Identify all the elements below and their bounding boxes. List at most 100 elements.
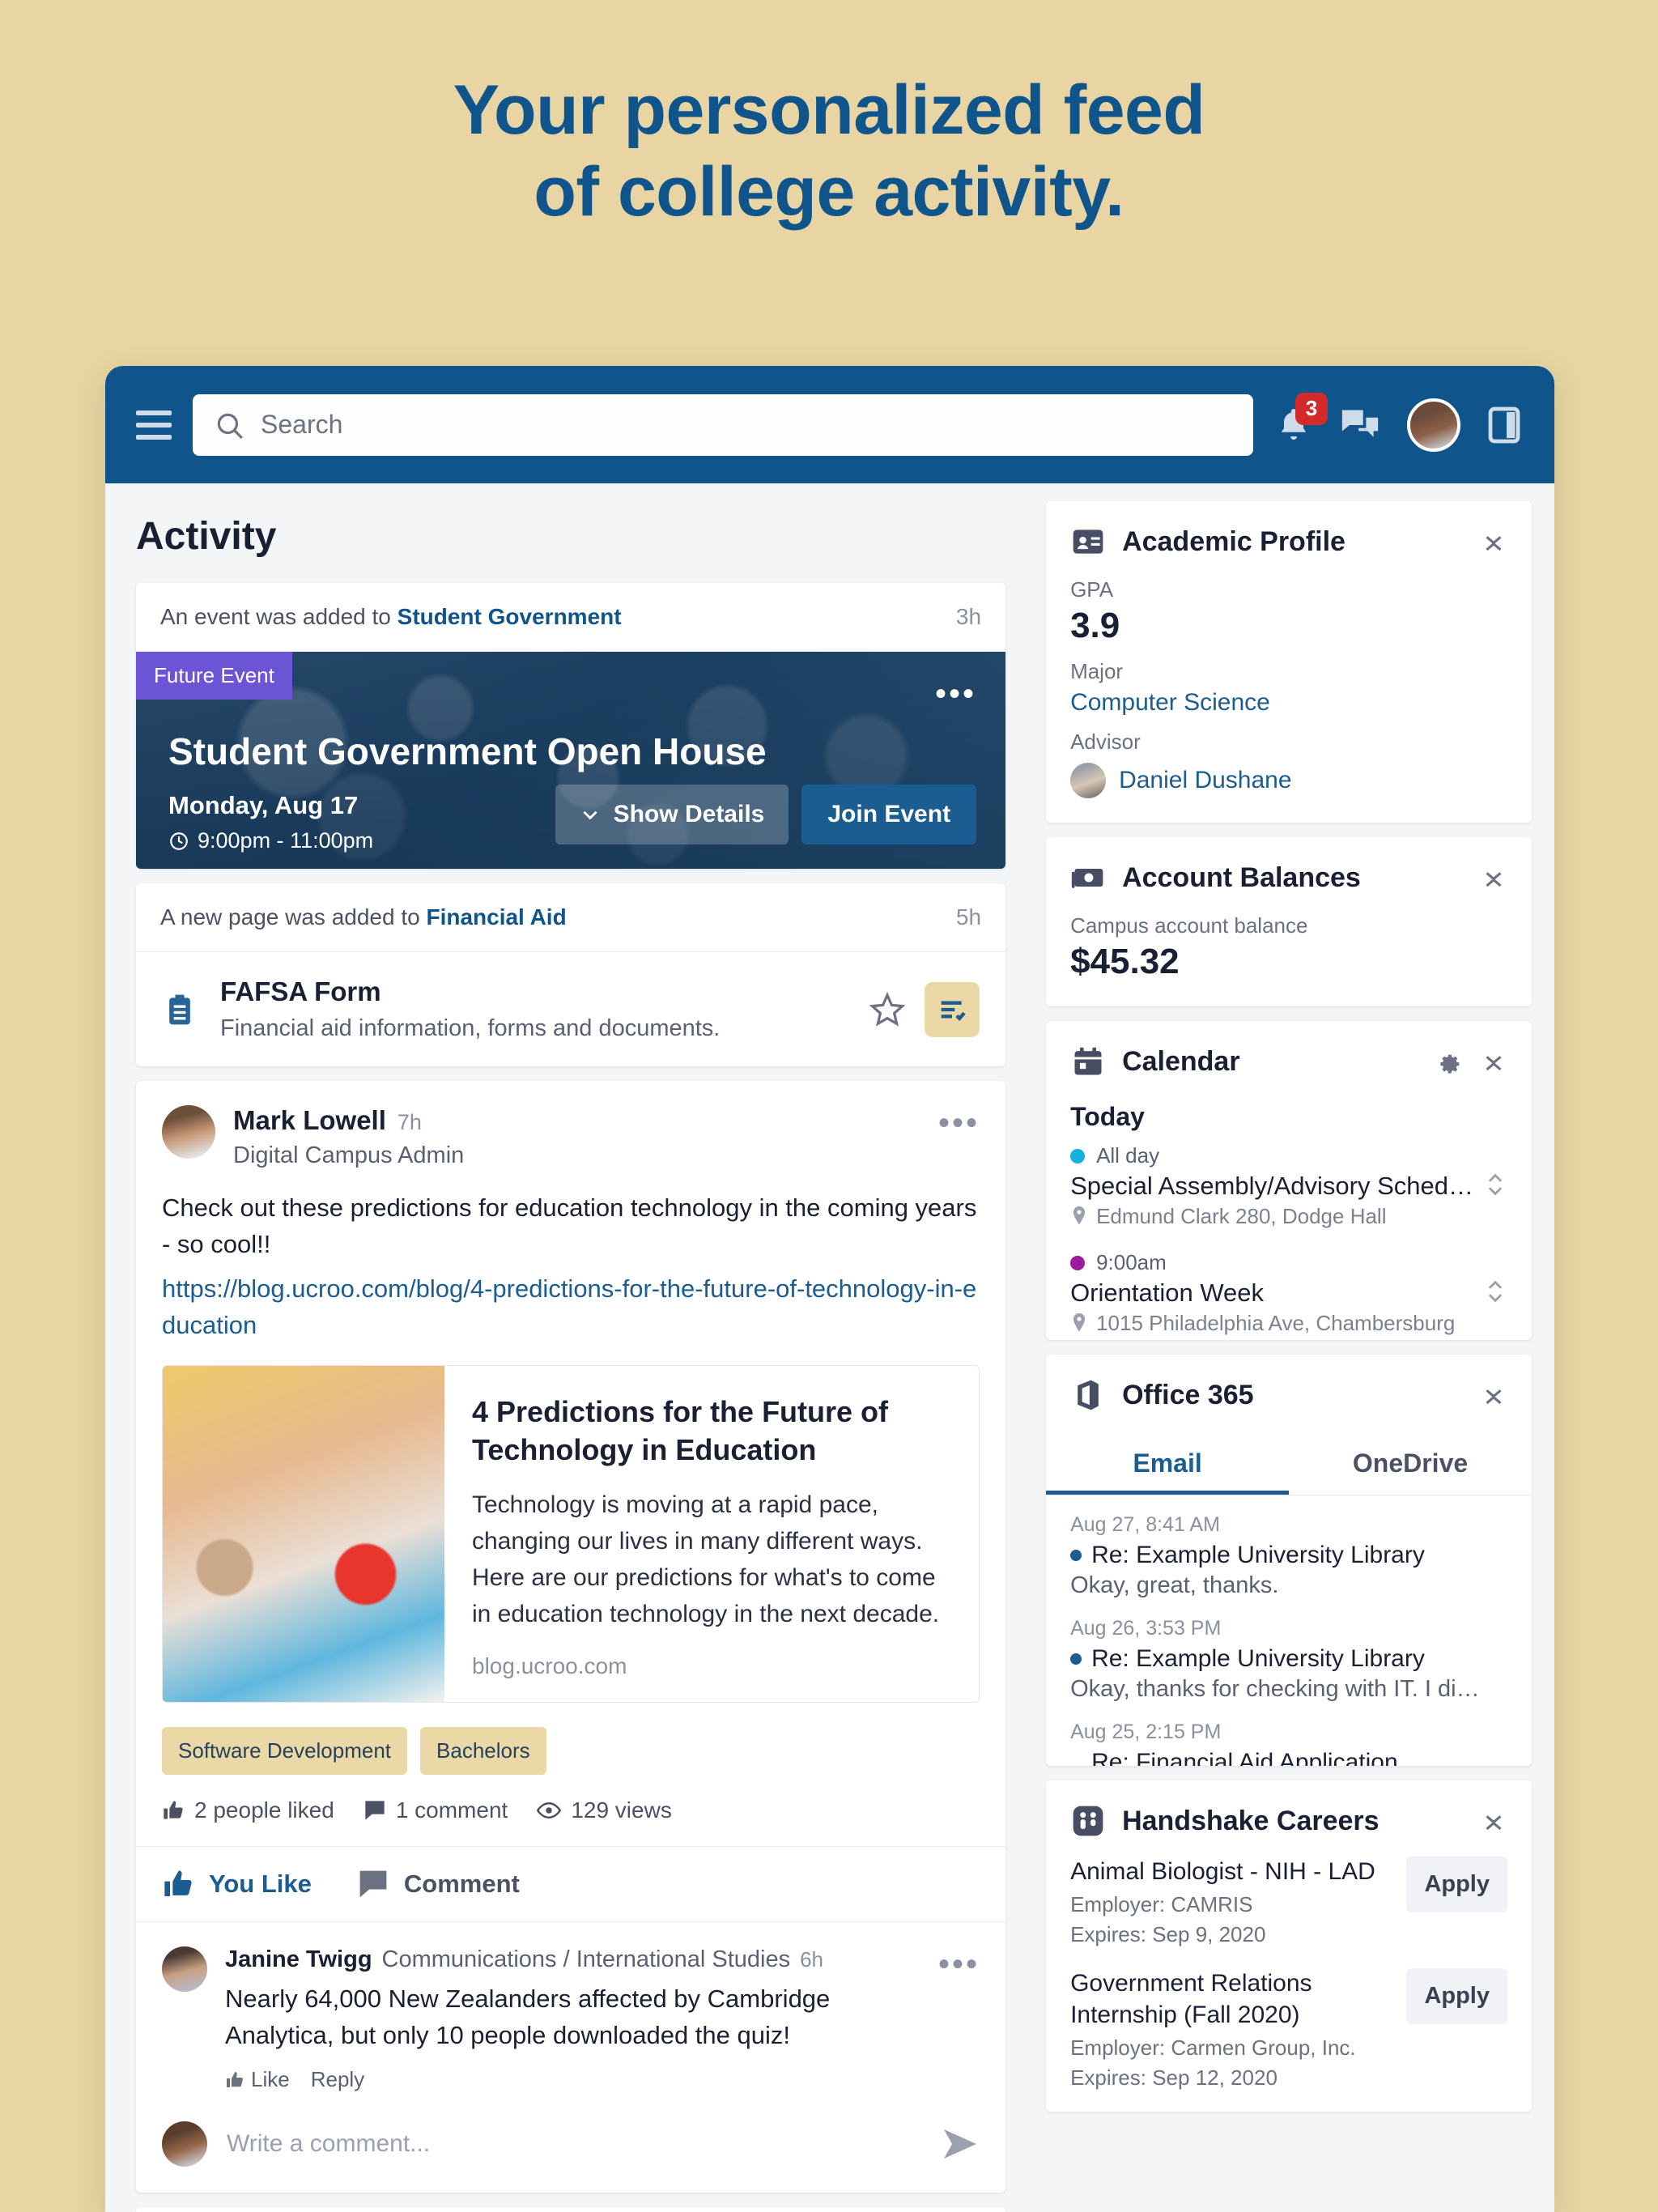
apply-button[interactable]: Apply [1406,1968,1507,2025]
stat-views: 129 views [537,1797,672,1823]
post-stats: 2 people liked 1 comment 129 views [136,1775,1005,1846]
avatar[interactable] [1407,398,1460,452]
collapse-icon[interactable] [1480,1807,1507,1835]
collapse-icon[interactable] [1480,528,1507,555]
page-description: Financial aid information, forms and doc… [220,1015,721,1041]
email-date: Aug 27, 8:41 AM [1070,1513,1220,1536]
calendar-color-dot [1070,1255,1086,1270]
event-more-options-icon[interactable]: ••• [935,676,976,713]
event-hero[interactable]: Future Event ••• Student Government Open… [136,652,1006,869]
chat-icon [1341,410,1379,437]
comment-reply-button[interactable]: Reply [311,2067,364,2092]
calendar-event-time-row: All day [1070,1143,1507,1168]
unread-dot [1070,1550,1082,1561]
apply-button[interactable]: Apply [1406,1857,1507,1912]
notification-badge: 3 [1295,392,1328,425]
job-employer: Employer: Carmen Group, Inc. [1070,2035,1356,2061]
job-listing: Government Relations Internship (Fall 20… [1046,1968,1532,2112]
post-author-name-row: Mark Lowell 7h [233,1105,920,1136]
clock-icon [170,832,188,850]
calendar-icon [1074,1047,1102,1075]
gear-icon[interactable] [1435,1048,1462,1075]
search-input[interactable]: Search [193,393,1253,456]
expand-icon[interactable] [1483,1278,1507,1305]
event-timestamp: 3h [955,604,982,629]
post-author-name[interactable]: Mark Lowell [233,1105,386,1136]
advisor-row[interactable]: Daniel Dushane [1070,763,1507,798]
email-item[interactable]: Aug 26, 3:53 PM Re: Example University L… [1046,1599,1532,1703]
comment-button[interactable]: Comment [357,1868,520,1900]
expand-icon[interactable] [1483,1171,1507,1198]
email-subject: Re: Financial Aid Application [1091,1749,1398,1766]
event-meta-prefix: An event was added to [160,604,391,629]
office365-title: Office 365 [1122,1379,1254,1410]
right-sidebar: Academic Profile GPA 3.9 Major Computer … [1036,483,1554,2212]
advisor-name[interactable]: Daniel Dushane [1119,767,1291,794]
email-item[interactable]: Aug 25, 2:15 PM Re: Financial Aid Applic… [1046,1703,1532,1766]
comment-like-label: Like [251,2067,290,2092]
email-subject-row: Re: Example University Library [1070,1542,1507,1569]
page-timestamp: 5h [955,904,982,929]
calendar-event-name-row: Special Assembly/Advisory Sched… [1070,1168,1507,1201]
write-comment-input[interactable] [227,2130,922,2159]
join-event-button[interactable]: Join Event [801,785,977,844]
major-value[interactable]: Computer Science [1070,689,1507,717]
academic-profile-body: GPA 3.9 Major Computer Science Advisor D… [1046,577,1532,823]
collapse-icon[interactable] [1480,1048,1507,1075]
event-meta-group-link[interactable]: Student Government [397,604,622,629]
activity-feed: Activity An event was added to Student G… [105,483,1036,2212]
link-preview-card[interactable]: 4 Predictions for the Future of Technolo… [162,1364,980,1704]
job-title[interactable]: Animal Biologist - NIH - LAD [1070,1857,1392,1887]
tab-email[interactable]: Email [1046,1431,1289,1495]
tab-onedrive[interactable]: OneDrive [1289,1431,1532,1495]
show-details-button[interactable]: Show Details [555,785,789,844]
notifications-button[interactable]: 3 [1274,392,1328,445]
email-subject-row: Re: Financial Aid Application [1070,1749,1507,1766]
post-more-options-icon[interactable]: ••• [938,1105,980,1139]
calendar-event-time: 9:00am [1096,1250,1167,1274]
tag-bachelors[interactable]: Bachelors [420,1727,546,1776]
link-preview-thumbnail [163,1365,444,1703]
write-comment-row [136,2100,1005,2193]
link-preview-body: 4 Predictions for the Future of Technolo… [444,1366,979,1703]
calendar-event-location: 1015 Philadelphia Ave, Chambersburg [1070,1311,1507,1336]
calendar-event[interactable]: All day Special Assembly/Advisory Sched…… [1070,1143,1507,1229]
post-header: Mark Lowell 7h Digital Campus Admin ••• [136,1081,1005,1169]
post-author-avatar[interactable] [162,1105,215,1159]
comment-author-avatar[interactable] [162,1946,207,1993]
comment-like-button[interactable]: Like [225,2067,290,2092]
job-title[interactable]: Government Relations Internship (Fall 20… [1070,1968,1392,2031]
send-icon[interactable] [941,2128,980,2160]
email-item[interactable]: Aug 27, 8:41 AM Re: Example University L… [1046,1495,1532,1599]
comment-more-options-icon[interactable]: ••• [938,1946,980,2092]
collapse-icon[interactable] [1480,1381,1507,1409]
post-link[interactable]: https://blog.ucroo.com/blog/4-prediction… [136,1263,1005,1344]
hamburger-menu-icon[interactable] [136,410,172,440]
calendar-event-name-row: Orientation Week [1070,1275,1507,1308]
link-preview-description: Technology is moving at a rapid pace, ch… [472,1491,940,1628]
comment-icon [359,1870,387,1898]
widget-office-365: Office 365 Email OneDrive Aug 27, 8:41 A… [1046,1355,1532,1766]
tag-software-development[interactable]: Software Development [162,1727,408,1776]
post-text: Check out these predictions for educatio… [162,1193,977,1258]
event-date: Monday, Aug 17 [168,791,359,819]
collapse-icon[interactable] [1480,864,1507,891]
event-title: Student Government Open House [168,730,767,772]
page-card-meta: A new page was added to Financial Aid 5h [136,883,1006,952]
messages-button[interactable] [1341,407,1380,443]
post-identity: Mark Lowell 7h Digital Campus Admin [233,1105,920,1169]
top-navigation-bar: Search 3 [105,366,1554,483]
comment-author-name[interactable]: Janine Twigg [225,1946,372,1973]
link-preview-host: blog.ucroo.com [472,1653,627,1679]
academic-profile-controls [1480,528,1507,555]
widget-academic-profile: Academic Profile GPA 3.9 Major Computer … [1046,501,1532,823]
like-button[interactable]: You Like [162,1868,312,1900]
thumbs-up-icon [164,1801,183,1819]
page-row[interactable]: FAFSA Form Financial aid information, fo… [136,952,1005,1066]
calendar-event[interactable]: 9:00am Orientation Week 1015 Philadelphi… [1070,1250,1507,1336]
star-icon[interactable] [868,990,907,1029]
panel-toggle-button[interactable] [1488,406,1520,445]
page-meta-group-link[interactable]: Financial Aid [426,904,566,929]
form-checklist-button[interactable] [925,981,980,1037]
job-info: Animal Biologist - NIH - LAD Employer: C… [1070,1857,1392,1947]
